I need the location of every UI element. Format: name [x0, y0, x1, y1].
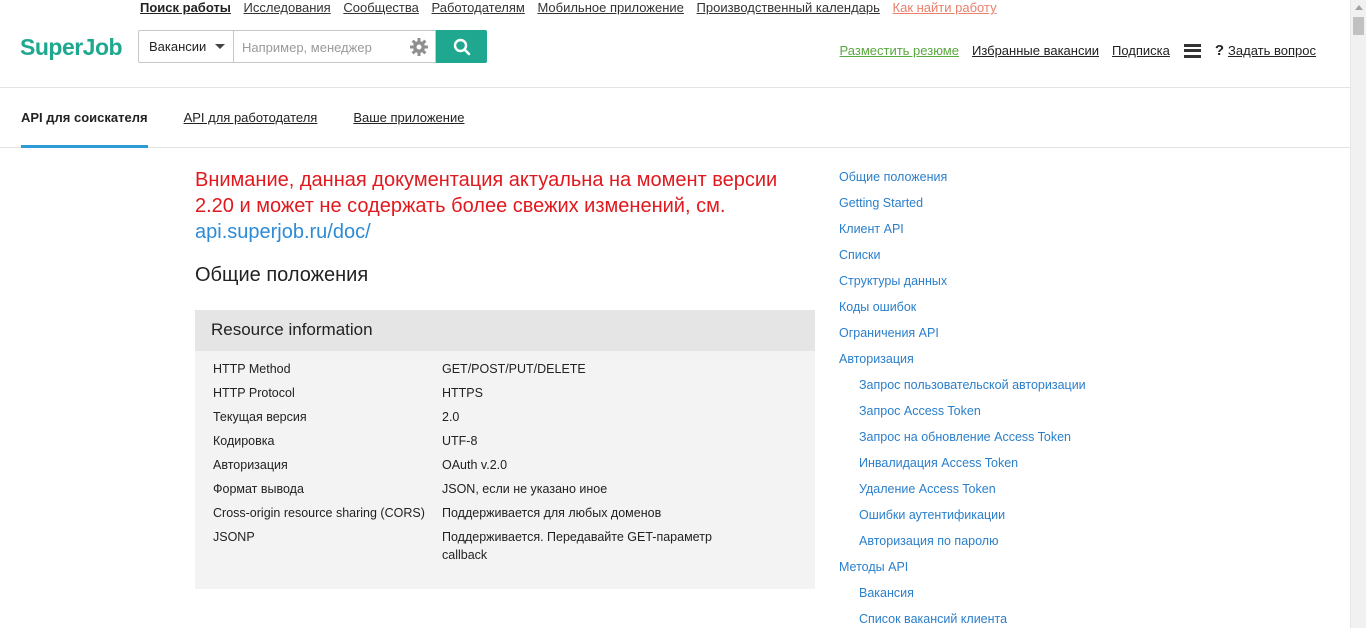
menu-icon[interactable]: [1183, 43, 1201, 58]
row-value: OAuth v.2.0: [442, 458, 508, 472]
row-key: Формат вывода: [213, 482, 304, 496]
table-row: Формат вывода JSON, если не указано иное: [195, 477, 815, 501]
api-tabs: API для соискателя API для работодателя …: [21, 88, 500, 148]
row-key: Авторизация: [213, 458, 288, 472]
warning-text: Внимание, данная документация актуальна …: [195, 169, 778, 217]
sidebar-link[interactable]: Инвалидация Access Token: [839, 453, 1086, 479]
top-link-mobile-app[interactable]: Мобильное приложение: [537, 0, 683, 15]
table-row: HTTP Protocol HTTPS: [195, 381, 815, 405]
table-row: Авторизация OAuth v.2.0: [195, 453, 815, 477]
section-title: Общие положения: [195, 264, 369, 286]
sidebar-link[interactable]: Запрос пользовательской авторизации: [839, 375, 1086, 401]
docs-link[interactable]: api.superjob.ru/doc/: [195, 221, 371, 243]
category-select[interactable]: Вакансии: [138, 30, 233, 63]
table-row: JSONP Поддерживается. Передавайте GET-пар…: [195, 525, 815, 567]
resource-info-box: Resource information HTTP Method GET/POST…: [195, 310, 815, 589]
sidebar-link[interactable]: Списки: [839, 245, 1086, 271]
sidebar-link[interactable]: Ошибки аутентификации: [839, 505, 1086, 531]
sidebar-link[interactable]: Методы API: [839, 557, 1086, 583]
sidebar-link[interactable]: Ограничения API: [839, 323, 1086, 349]
top-link-how-to-find-job[interactable]: Как найти работу: [893, 0, 997, 15]
sidebar-link[interactable]: Коды ошибок: [839, 297, 1086, 323]
row-key: Текущая версия: [213, 410, 307, 424]
search-bar: Вакансии: [138, 30, 487, 64]
caret-down-icon: [215, 44, 226, 49]
scroll-up-arrow-icon[interactable]: [1355, 5, 1363, 10]
resource-info-title: Resource information: [195, 310, 815, 351]
sidebar-link[interactable]: Getting Started: [839, 193, 1086, 219]
table-row: Cross-origin resource sharing (CORS) Подд…: [195, 501, 815, 525]
row-key: Cross-origin resource sharing (CORS): [213, 506, 425, 520]
sidebar-link[interactable]: Список вакансий клиента: [839, 609, 1086, 635]
table-row: HTTP Method GET/POST/PUT/DELETE: [195, 357, 815, 381]
table-row: Кодировка UTF-8: [195, 429, 815, 453]
top-link-job-search[interactable]: Поиск работы: [140, 0, 231, 15]
resource-info-rows: HTTP Method GET/POST/PUT/DELETE HTTP Proto…: [195, 351, 815, 567]
row-value: GET/POST/PUT/DELETE: [442, 362, 586, 376]
sidebar-link[interactable]: Запрос Access Token: [839, 401, 1086, 427]
scroll-thumb[interactable]: [1353, 17, 1364, 35]
ask-question-link[interactable]: Задать вопрос: [1228, 43, 1316, 58]
category-select-value: Вакансии: [149, 39, 207, 54]
sidebar-link[interactable]: Вакансия: [839, 583, 1086, 609]
superjob-logo[interactable]: SuperJob: [20, 34, 123, 61]
favorites-link[interactable]: Избранные вакансии: [972, 43, 1099, 58]
row-key: HTTP Method: [213, 362, 291, 376]
post-resume-link[interactable]: Разместить резюме: [840, 43, 959, 58]
top-link-employers[interactable]: Работодателям: [432, 0, 525, 15]
sidebar-link[interactable]: Авторизация: [839, 349, 1086, 375]
subscription-link[interactable]: Подписка: [1112, 43, 1170, 58]
page-scrollbar[interactable]: [1350, 0, 1366, 628]
row-key: JSONP: [213, 530, 255, 544]
version-warning: Внимание, данная документация актуальна …: [195, 167, 815, 245]
docs-sidebar: Общие положения Getting Started Клиент API…: [839, 167, 1086, 635]
row-value: Поддерживается. Передавайте GET-параметр…: [442, 530, 712, 562]
sidebar-link[interactable]: Общие положения: [839, 167, 1086, 193]
sidebar-link[interactable]: Клиент API: [839, 219, 1086, 245]
top-link-research[interactable]: Исследования: [244, 0, 331, 15]
search-input[interactable]: [234, 31, 409, 64]
search-icon: [453, 38, 470, 55]
question-icon: ?: [1214, 42, 1225, 59]
row-value: Поддерживается для любых доменов: [442, 506, 662, 520]
search-input-wrap: [233, 30, 436, 64]
sidebar-link[interactable]: Запрос на обновление Access Token: [839, 427, 1086, 453]
row-value: 2.0: [442, 410, 460, 424]
top-link-communities[interactable]: Сообщества: [343, 0, 419, 15]
sidebar-link[interactable]: Авторизация по паролю: [839, 531, 1086, 557]
table-row: Текущая версия 2.0: [195, 405, 815, 429]
tab-api-jobseeker[interactable]: API для соискателя: [21, 88, 148, 148]
search-button[interactable]: [436, 30, 487, 63]
row-key: HTTP Protocol: [213, 386, 295, 400]
top-nav: Поиск работы Исследования Сообщества Раб…: [140, 0, 1006, 16]
header-actions: Разместить резюме Избранные вакансии Под…: [840, 42, 1316, 59]
sidebar-link[interactable]: Структуры данных: [839, 271, 1086, 297]
row-key: Кодировка: [213, 434, 275, 448]
sidebar-link[interactable]: Удаление Access Token: [839, 479, 1086, 505]
row-value: UTF-8: [442, 434, 478, 448]
row-value: HTTPS: [442, 386, 483, 400]
row-value: JSON, если не указано иное: [442, 482, 608, 496]
top-link-calendar[interactable]: Производственный календарь: [697, 0, 880, 15]
gear-icon[interactable]: [409, 37, 429, 57]
tab-your-app[interactable]: Ваше приложение: [353, 88, 464, 147]
tab-api-employer[interactable]: API для работодателя: [184, 88, 318, 147]
